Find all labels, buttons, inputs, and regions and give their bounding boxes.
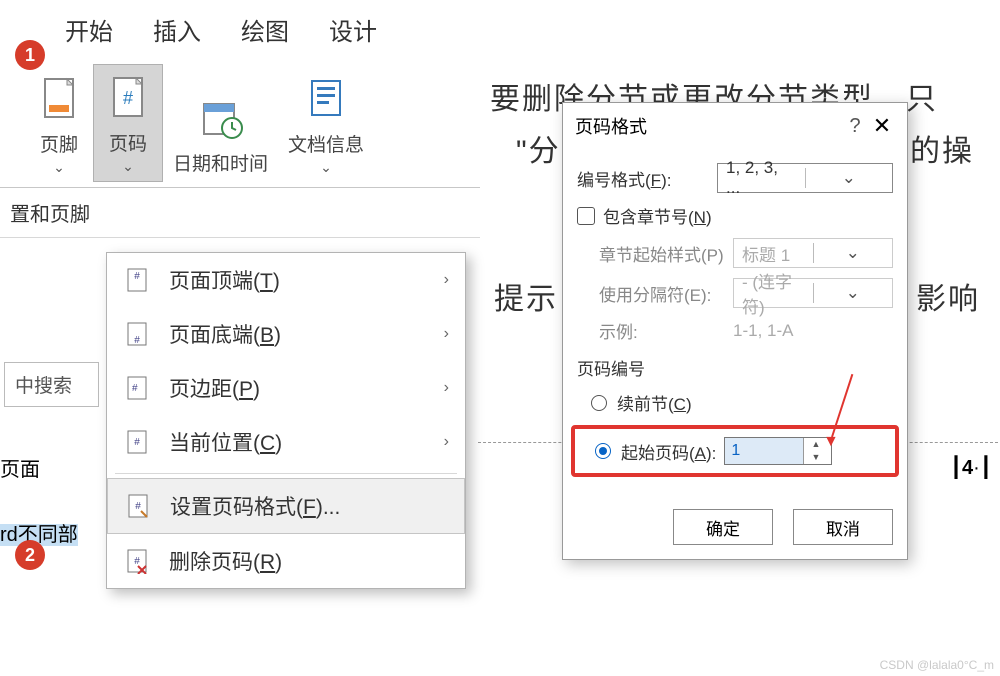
remove-icon: # bbox=[123, 547, 151, 575]
chevron-right-icon: › bbox=[444, 433, 449, 451]
separator-value: - (连字符) bbox=[734, 268, 813, 318]
dialog-titlebar: 页码格式 ? ✕ bbox=[563, 103, 907, 147]
number-format-label: 编号格式(F): bbox=[577, 166, 717, 191]
menu-remove-page-numbers[interactable]: # 删除页码(R) bbox=[107, 534, 465, 588]
datetime-icon bbox=[197, 91, 245, 143]
annotation-badge-1: 1 bbox=[15, 40, 45, 70]
tab-insert[interactable]: 插入 bbox=[153, 12, 201, 47]
separator-combo: - (连字符) ⌄ bbox=[733, 278, 893, 308]
dialog-title: 页码格式 bbox=[575, 113, 647, 139]
example-label: 示例: bbox=[599, 318, 733, 343]
separator-label: 使用分隔符(E): bbox=[599, 281, 733, 306]
watermark: CSDN @lalala0°C_m bbox=[880, 658, 994, 672]
chevron-down-icon: ⌄ bbox=[813, 283, 893, 303]
chevron-down-icon: ⌄ bbox=[122, 158, 134, 175]
tab-design[interactable]: 设计 bbox=[329, 12, 377, 47]
include-chapter-checkbox[interactable] bbox=[577, 207, 595, 225]
ribbon-tabs: 开始 插入 绘图 设计 bbox=[0, 0, 480, 59]
close-button[interactable]: ✕ bbox=[867, 113, 897, 139]
ribbon-group-label: 置和页脚 bbox=[0, 188, 480, 238]
menu-bottom-of-page[interactable]: # 页面底端(B) › bbox=[107, 307, 465, 361]
help-button[interactable]: ? bbox=[843, 115, 867, 138]
svg-text:#: # bbox=[134, 335, 140, 346]
footer-icon bbox=[35, 72, 83, 124]
continue-label: 续前节(C) bbox=[617, 390, 692, 415]
start-at-input[interactable] bbox=[725, 438, 803, 464]
page-top-icon: # bbox=[123, 266, 151, 294]
menu-label: 页面底端(B) bbox=[169, 319, 281, 349]
start-at-spinner[interactable]: ▲▼ bbox=[724, 437, 832, 465]
page-number-tool[interactable]: # 页码 ⌄ bbox=[93, 64, 163, 182]
svg-text:#: # bbox=[135, 501, 141, 512]
page-number-dropdown: # 页面顶端(T) › # 页面底端(B) › # 页边距(P) › # 当前位… bbox=[106, 252, 466, 589]
ribbon-toolbar: 页脚 ⌄ # 页码 ⌄ 日期和时间 文档信息 ⌄ bbox=[0, 59, 480, 188]
menu-label: 删除页码(R) bbox=[169, 546, 282, 576]
tab-draw[interactable]: 绘图 bbox=[241, 12, 289, 47]
doc-text: "分 bbox=[516, 126, 561, 170]
menu-label: 页面顶端(T) bbox=[169, 265, 280, 295]
svg-text:#: # bbox=[134, 437, 140, 448]
chevron-right-icon: › bbox=[444, 325, 449, 343]
chevron-right-icon: › bbox=[444, 271, 449, 289]
chevron-down-icon: ⌄ bbox=[813, 243, 893, 263]
include-chapter-label: 包含章节号(N) bbox=[603, 203, 712, 228]
ok-button[interactable]: 确定 bbox=[673, 509, 773, 545]
menu-label: 当前位置(C) bbox=[169, 427, 282, 457]
footer-tool[interactable]: 页脚 ⌄ bbox=[25, 66, 93, 182]
menu-format-page-numbers[interactable]: # 设置页码格式(F)... bbox=[107, 478, 465, 534]
svg-text:#: # bbox=[134, 556, 140, 567]
page-indicator: ┃4·┃ bbox=[950, 455, 992, 480]
docinfo-icon bbox=[302, 72, 350, 124]
doc-text: 的操 bbox=[910, 126, 974, 170]
annotation-highlight-box: 起始页码(A): ▲▼ ▼ bbox=[571, 425, 899, 477]
tab-home[interactable]: 开始 bbox=[65, 12, 113, 47]
docinfo-label: 文档信息 bbox=[288, 130, 364, 157]
menu-page-margins[interactable]: # 页边距(P) › bbox=[107, 361, 465, 415]
page-bottom-icon: # bbox=[123, 320, 151, 348]
datetime-label: 日期和时间 bbox=[173, 149, 268, 176]
chapter-style-label: 章节起始样式(P) bbox=[599, 241, 733, 266]
docinfo-tool[interactable]: 文档信息 ⌄ bbox=[278, 66, 374, 182]
menu-top-of-page[interactable]: # 页面顶端(T) › bbox=[107, 253, 465, 307]
start-at-label: 起始页码(A): bbox=[621, 439, 716, 464]
doc-text: 提示 bbox=[494, 274, 558, 318]
svg-text:#: # bbox=[123, 88, 133, 108]
page-number-format-dialog: 页码格式 ? ✕ 编号格式(F): 1, 2, 3, ... ⌄ 包含章节号(N… bbox=[562, 102, 908, 560]
datetime-tool[interactable]: 日期和时间 bbox=[163, 85, 278, 182]
page-number-label: 页码 bbox=[109, 129, 147, 156]
page-number-icon: # bbox=[104, 71, 152, 123]
annotation-badge-2: 2 bbox=[15, 540, 45, 570]
start-at-radio[interactable] bbox=[595, 443, 611, 459]
number-format-combo[interactable]: 1, 2, 3, ... ⌄ bbox=[717, 163, 893, 193]
chevron-down-icon: ⌄ bbox=[805, 168, 893, 188]
svg-text:#: # bbox=[134, 271, 140, 282]
chapter-style-combo: 标题 1 ⌄ bbox=[733, 238, 893, 268]
chevron-down-icon: ⌄ bbox=[53, 159, 65, 176]
continue-radio[interactable] bbox=[591, 395, 607, 411]
page-numbering-group: 页码编号 bbox=[577, 355, 893, 380]
annotation-arrowhead: ▼ bbox=[823, 433, 839, 451]
menu-label: 页边距(P) bbox=[169, 373, 260, 403]
menu-separator bbox=[115, 473, 457, 474]
page-margin-icon: # bbox=[123, 374, 151, 402]
example-value: 1-1, 1-A bbox=[733, 321, 793, 341]
chevron-down-icon: ⌄ bbox=[320, 159, 332, 176]
menu-label: 设置页码格式(F)... bbox=[170, 491, 340, 521]
cancel-button[interactable]: 取消 bbox=[793, 509, 893, 545]
svg-text:#: # bbox=[132, 383, 138, 394]
doc-text: 影响 bbox=[916, 274, 980, 318]
menu-current-position[interactable]: # 当前位置(C) › bbox=[107, 415, 465, 469]
chevron-right-icon: › bbox=[444, 379, 449, 397]
current-position-icon: # bbox=[123, 428, 151, 456]
footer-label: 页脚 bbox=[40, 130, 78, 157]
search-text[interactable]: 中搜索 bbox=[4, 362, 99, 407]
format-icon: # bbox=[124, 492, 152, 520]
chapter-style-value: 标题 1 bbox=[734, 241, 813, 266]
number-format-value: 1, 2, 3, ... bbox=[718, 158, 805, 198]
